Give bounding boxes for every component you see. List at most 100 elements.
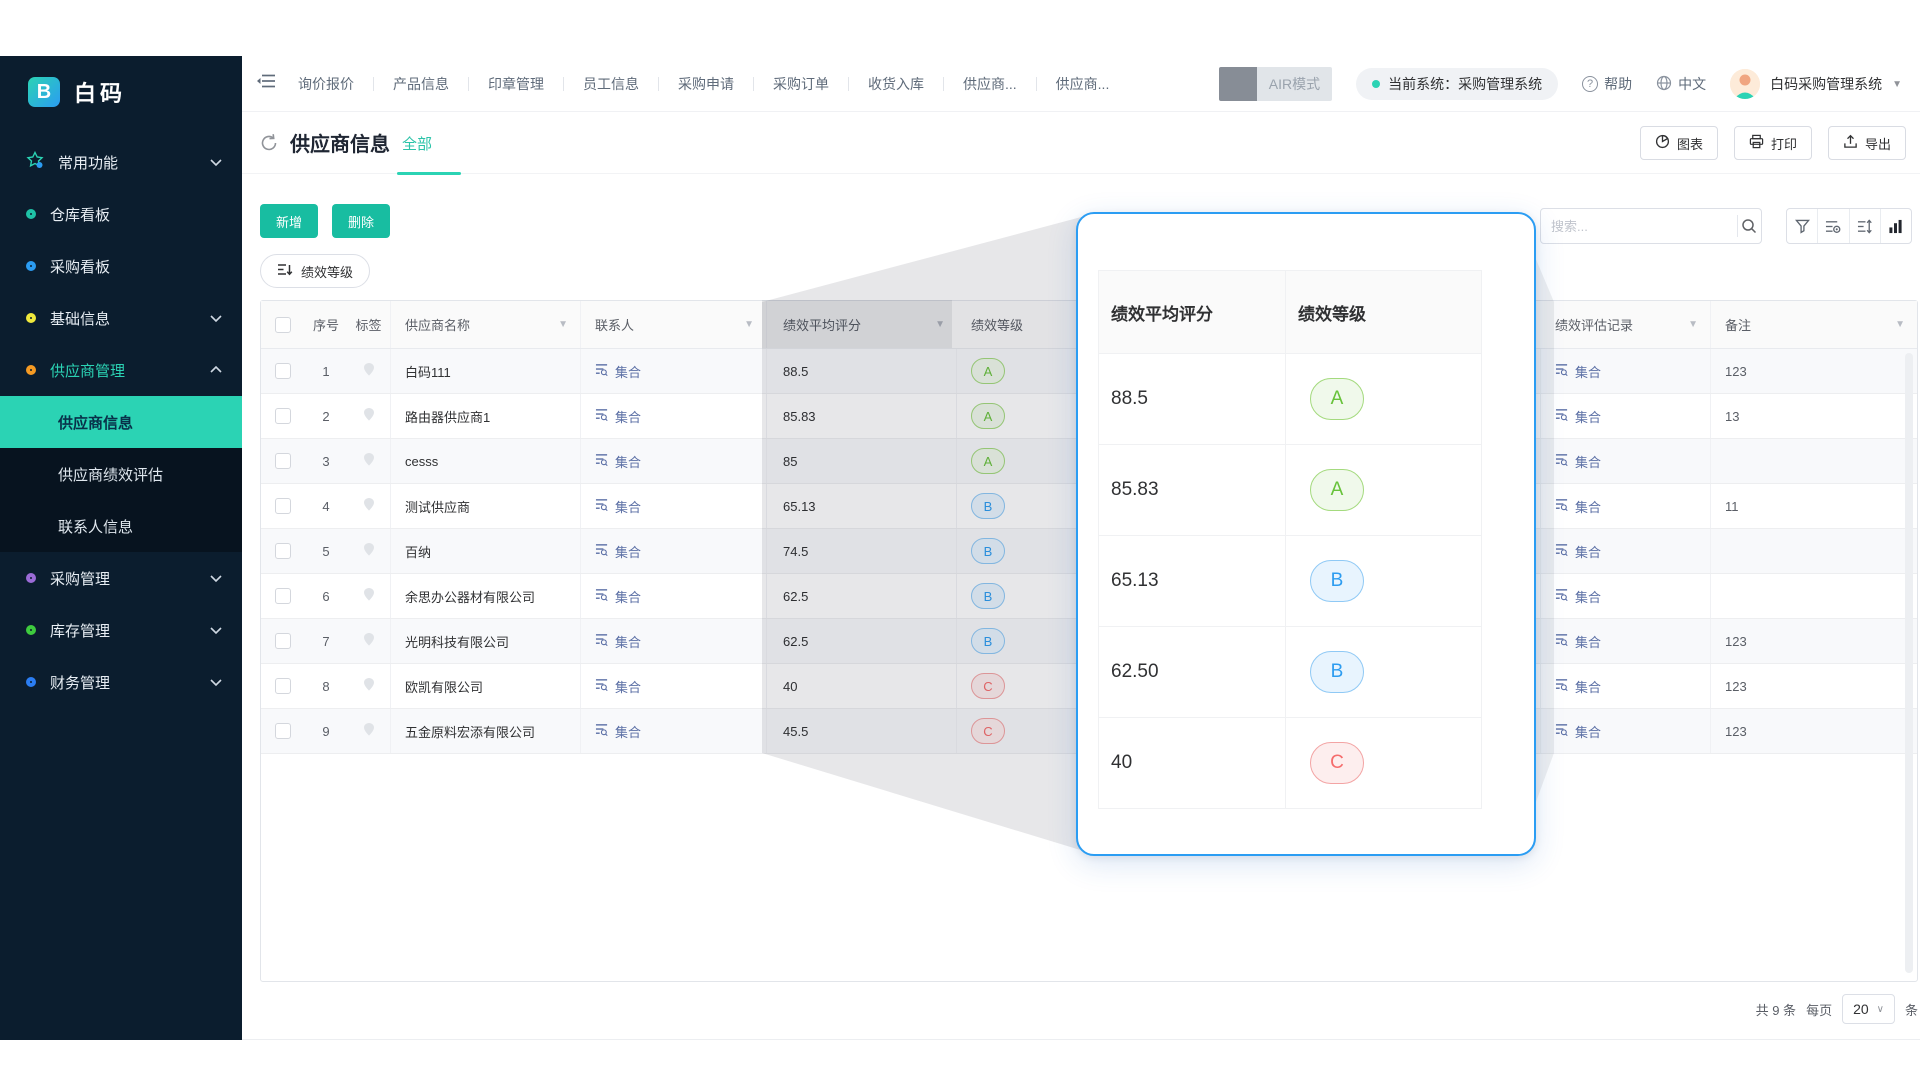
sort-caret-icon[interactable]: ▼ <box>935 319 945 330</box>
record-collection-link[interactable]: 集合 <box>1555 587 1601 606</box>
tab-all[interactable]: 全部 <box>402 133 432 154</box>
row-checkbox[interactable] <box>275 588 291 604</box>
supplier-name: 光明科技有限公司 <box>391 619 581 663</box>
air-mode-toggle[interactable]: AIR模式 <box>1219 67 1332 101</box>
contact-collection-link[interactable]: 集合 <box>595 452 641 471</box>
logo[interactable]: B 白码 <box>0 56 242 114</box>
collapse-menu-icon[interactable] <box>256 72 276 95</box>
record-collection-link[interactable]: 集合 <box>1555 407 1601 426</box>
ring-icon <box>26 625 36 635</box>
contact-collection-link[interactable]: 集合 <box>595 362 641 381</box>
sidebar-item[interactable]: 常用功能 <box>0 136 242 188</box>
column-header[interactable]: 绩效评估记录 ▼ <box>1541 301 1711 348</box>
language-button[interactable]: 中文 <box>1656 74 1706 94</box>
search-input[interactable] <box>1541 219 1737 234</box>
help-button[interactable]: ? 帮助 <box>1582 74 1632 94</box>
row-checkbox[interactable] <box>275 543 291 559</box>
contact-collection-link[interactable]: 集合 <box>595 677 641 696</box>
module-tab[interactable]: 供应商... <box>924 74 1017 94</box>
row-checkbox[interactable] <box>275 498 291 514</box>
record-collection-link[interactable]: 集合 <box>1555 542 1601 561</box>
ring-icon <box>26 677 36 687</box>
record-collection-link[interactable]: 集合 <box>1555 722 1601 741</box>
table-tools <box>1786 208 1912 244</box>
export-button[interactable]: 导出 <box>1828 126 1906 160</box>
sort-caret-icon[interactable]: ▼ <box>558 319 568 330</box>
contact-collection-link[interactable]: 集合 <box>595 542 641 561</box>
supplier-name: 余思办公器材有限公司 <box>391 574 581 618</box>
module-tab[interactable]: 产品信息 <box>354 74 449 94</box>
grade-badge: B <box>971 628 1005 654</box>
vertical-scrollbar[interactable] <box>1905 353 1913 973</box>
sidebar-item[interactable]: 财务管理 <box>0 656 242 708</box>
performance-score: 40 <box>767 664 957 708</box>
sidebar-item[interactable]: 基础信息 <box>0 292 242 344</box>
module-tab[interactable]: 询价报价 <box>298 74 354 94</box>
chart-button[interactable]: 图表 <box>1640 126 1718 160</box>
sidebar-item[interactable]: 库存管理 <box>0 604 242 656</box>
row-checkbox[interactable] <box>275 723 291 739</box>
user-menu[interactable]: 白码采购管理系统 ▼ <box>1730 69 1902 99</box>
record-collection-link[interactable]: 集合 <box>1555 362 1601 381</box>
sidebar-item-label: 采购管理 <box>50 568 110 589</box>
sort-caret-icon[interactable]: ▼ <box>1688 319 1698 330</box>
contact-collection-link[interactable]: 集合 <box>595 497 641 516</box>
sidebar-item[interactable]: 供应商管理 <box>0 344 242 396</box>
contact-collection-link[interactable]: 集合 <box>595 722 641 741</box>
column-header[interactable]: 供应商名称 ▼ <box>391 301 581 348</box>
contact-collection-link[interactable]: 集合 <box>595 407 641 426</box>
column-settings-icon[interactable] <box>1817 209 1848 243</box>
sort-amount-icon <box>277 263 293 280</box>
stats-icon[interactable] <box>1880 209 1911 243</box>
current-system-badge: 当前系统：采购管理系统 <box>1356 68 1558 100</box>
filter-icon[interactable] <box>1787 209 1817 243</box>
contact-collection-link[interactable]: 集合 <box>595 632 641 651</box>
column-header[interactable]: 序号 <box>305 301 347 348</box>
collection-icon <box>1555 453 1569 469</box>
supplier-name: 测试供应商 <box>391 484 581 528</box>
module-tab[interactable]: 收货入库 <box>829 74 924 94</box>
sidebar-item[interactable]: 采购管理 <box>0 552 242 604</box>
refresh-icon[interactable] <box>258 132 280 159</box>
record-collection-link[interactable]: 集合 <box>1555 452 1601 471</box>
print-button[interactable]: 打印 <box>1734 126 1812 160</box>
row-checkbox[interactable] <box>275 408 291 424</box>
search-icon[interactable] <box>1738 209 1761 243</box>
row-height-icon[interactable] <box>1849 209 1880 243</box>
sidebar-item[interactable]: 采购看板 <box>0 240 242 292</box>
sidebar-subitem[interactable]: 供应商信息 <box>0 396 242 448</box>
row-checkbox[interactable] <box>275 453 291 469</box>
add-button[interactable]: 新增 <box>260 204 318 238</box>
sidebar-item[interactable]: 仓库看板 <box>0 188 242 240</box>
module-tab[interactable]: 采购申请 <box>639 74 734 94</box>
search-box <box>1540 208 1762 244</box>
record-collection-link[interactable]: 集合 <box>1555 497 1601 516</box>
row-checkbox[interactable] <box>275 633 291 649</box>
column-header[interactable]: 标签 <box>347 301 391 348</box>
contact-collection-link[interactable]: 集合 <box>595 587 641 606</box>
module-tab[interactable]: 员工信息 <box>544 74 639 94</box>
column-header[interactable]: 绩效平均评分 ▼ <box>767 301 957 348</box>
record-collection-link[interactable]: 集合 <box>1555 677 1601 696</box>
collection-icon <box>595 363 609 379</box>
sidebar-subitem[interactable]: 联系人信息 <box>0 500 242 552</box>
delete-button[interactable]: 删除 <box>332 204 390 238</box>
module-tab[interactable]: 采购订单 <box>734 74 829 94</box>
collection-icon <box>1555 633 1569 649</box>
record-collection-link[interactable]: 集合 <box>1555 632 1601 651</box>
select-all-checkbox[interactable] <box>275 317 291 333</box>
sidebar-subitem[interactable]: 供应商绩效评估 <box>0 448 242 500</box>
column-header[interactable]: 备注 ▼ <box>1711 301 1917 348</box>
sort-caret-icon[interactable]: ▼ <box>1895 319 1905 330</box>
module-tab[interactable]: 印章管理 <box>449 74 544 94</box>
column-header[interactable]: 联系人 ▼ <box>581 301 767 348</box>
column-header-label: 序号 <box>313 315 339 334</box>
row-number: 2 <box>305 394 347 438</box>
row-checkbox[interactable] <box>275 678 291 694</box>
grade-filter-chip[interactable]: 绩效等级 <box>260 254 370 288</box>
row-checkbox[interactable] <box>275 363 291 379</box>
page-size-select[interactable]: 20 ∨ <box>1842 994 1895 1024</box>
sidebar-item-label: 基础信息 <box>50 308 110 329</box>
module-tab[interactable]: 供应商... <box>1017 74 1110 94</box>
sort-caret-icon[interactable]: ▼ <box>744 319 754 330</box>
